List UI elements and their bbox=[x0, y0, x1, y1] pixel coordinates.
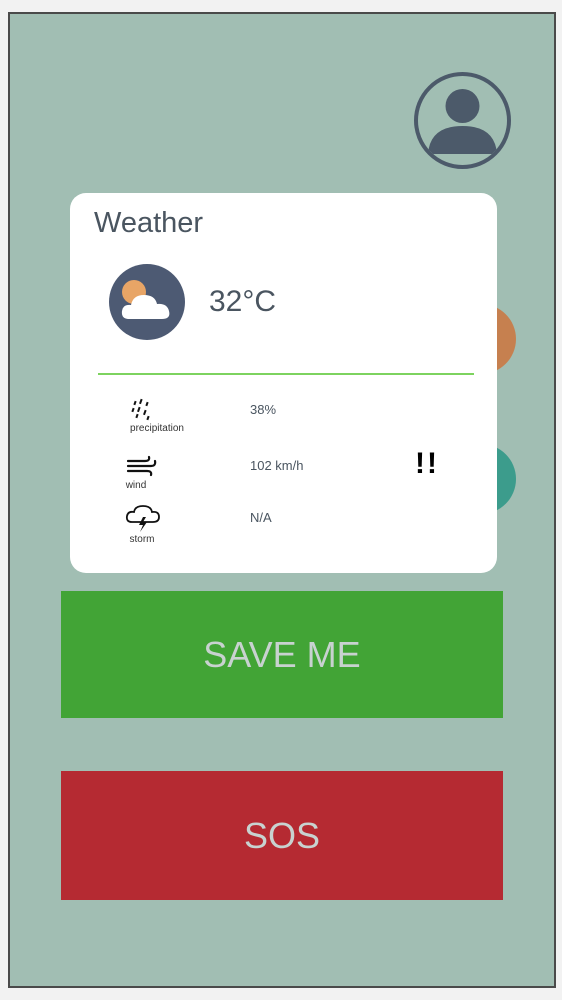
partly-cloudy-icon bbox=[109, 264, 185, 340]
save-me-button[interactable]: SAVE ME bbox=[61, 591, 503, 718]
divider-line bbox=[98, 373, 474, 375]
storm-value: N/A bbox=[250, 510, 272, 525]
weather-card: Weather 32°C precipitation 38% wind 102 … bbox=[70, 193, 497, 573]
weather-title: Weather bbox=[94, 207, 204, 239]
precipitation-value: 38% bbox=[250, 402, 277, 417]
wind-label: wind bbox=[125, 480, 147, 491]
temperature-value: 32°C bbox=[209, 285, 277, 318]
storm-icon bbox=[125, 503, 165, 533]
sos-button[interactable]: SOS bbox=[61, 771, 503, 900]
precipitation-label: precipitation bbox=[130, 423, 184, 434]
wind-value: 102 km/h bbox=[250, 458, 304, 473]
wind-alert-indicator: !! bbox=[415, 447, 439, 480]
profile-avatar-icon[interactable] bbox=[414, 72, 511, 169]
storm-label: storm bbox=[129, 534, 155, 545]
